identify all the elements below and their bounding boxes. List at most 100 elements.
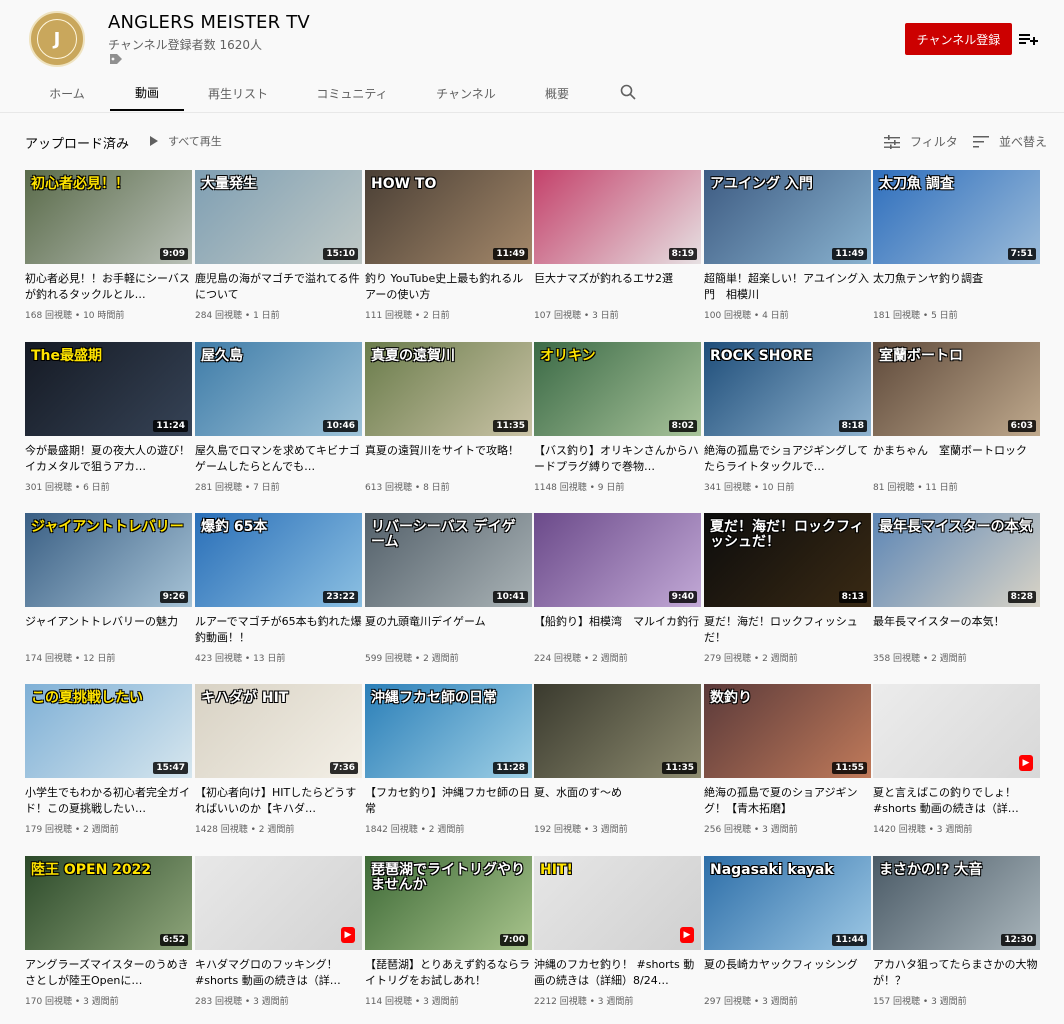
video-card[interactable]: 陸王 OPEN 2022 6:52 アングラーズマイスターのうめき さとしが陸王Op… xyxy=(25,856,192,1016)
video-thumbnail[interactable]: ▶ xyxy=(195,856,362,950)
video-thumbnail[interactable]: 数釣り 11:55 xyxy=(704,684,871,778)
video-title[interactable]: 釣り YouTube史上最も釣れるルアーの使い方 xyxy=(365,271,532,303)
video-title[interactable]: 小学生でもわかる初心者完全ガイド！この夏挑戦したい… xyxy=(25,785,192,817)
tab-playlists[interactable]: 再生リスト xyxy=(196,75,280,111)
video-card[interactable]: 最年長マイスターの本気 8:28 最年長マイスターの本気！ 358 回視聴 • 2 週… xyxy=(873,513,1040,673)
tab-home[interactable]: ホーム xyxy=(36,75,98,111)
video-title[interactable]: 太刀魚テンヤ釣り調査 xyxy=(873,271,1040,287)
video-thumbnail[interactable]: The最盛期 11:24 xyxy=(25,342,192,436)
video-title[interactable]: 夏だ！海だ！ロックフィッシュだ！ xyxy=(704,614,871,646)
tab-about[interactable]: 概要 xyxy=(530,75,584,111)
tab-channels[interactable]: チャンネル xyxy=(423,75,509,111)
filter-button[interactable]: フィルタ xyxy=(884,133,958,150)
video-card[interactable]: ジャイアントトレバリー 9:26 ジャイアントトレバリーの魅力 174 回視聴 • 1… xyxy=(25,513,192,673)
video-thumbnail[interactable]: ROCK SHORE 8:18 xyxy=(704,342,871,436)
video-thumbnail[interactable]: Nagasaki kayak 11:44 xyxy=(704,856,871,950)
video-thumbnail[interactable]: 最年長マイスターの本気 8:28 xyxy=(873,513,1040,607)
video-thumbnail[interactable]: 室蘭ボートロ 6:03 xyxy=(873,342,1040,436)
video-card[interactable]: 初心者必見！！ 9:09 初心者必見！！お手軽にシーバスが釣れるタックルとル… 168… xyxy=(25,170,192,330)
video-card[interactable]: 9:40 【船釣り】相模湾 マルイカ釣行 224 回視聴 • 2 週間前 xyxy=(534,513,701,673)
video-thumbnail[interactable]: 爆釣 65本 23:22 xyxy=(195,513,362,607)
video-thumbnail[interactable]: 11:35 xyxy=(534,684,701,778)
video-card[interactable]: ROCK SHORE 8:18 絶海の孤島でショアジギングしてたらライトタックルで…… xyxy=(704,342,871,502)
video-thumbnail[interactable]: この夏挑戦したい 15:47 xyxy=(25,684,192,778)
channel-avatar[interactable]: J xyxy=(29,11,85,67)
video-title[interactable]: 最年長マイスターの本気！ xyxy=(873,614,1040,630)
video-thumbnail[interactable]: 9:40 xyxy=(534,513,701,607)
video-thumbnail[interactable]: 真夏の遠賀川 11:35 xyxy=(365,342,532,436)
tab-videos[interactable]: 動画 xyxy=(110,75,184,111)
video-thumbnail[interactable]: オリキン 8:02 xyxy=(534,342,701,436)
video-thumbnail[interactable]: アユイング 入門 11:49 xyxy=(704,170,871,264)
video-card[interactable]: 11:35 夏、水面のす〜め 192 回視聴 • 3 週間前 xyxy=(534,684,701,844)
video-card[interactable]: ▶ 夏と言えばこの釣りでしょ！#shorts 動画の続きは（詳… 1420 回視聴 … xyxy=(873,684,1040,844)
video-card[interactable]: 沖縄フカセ師の日常 11:28 【フカセ釣り】沖縄フカセ師の日常 1842 回視聴 •… xyxy=(365,684,532,844)
video-card[interactable]: オリキン 8:02 【バス釣り】オリキンさんからハードプラグ縛りで巻物… 1148 回… xyxy=(534,342,701,502)
video-card[interactable]: 室蘭ボートロ 6:03 かまちゃん 室蘭ボートロック 81 回視聴 • 11 日前 xyxy=(873,342,1040,502)
video-card[interactable]: HIT! ▶ 沖縄のフカセ釣り！ #shorts 動画の続きは（詳細）8/24… 22… xyxy=(534,856,701,1016)
tab-community[interactable]: コミュニティ xyxy=(302,75,402,111)
video-title[interactable]: キハダマグロのフッキング！#shorts 動画の続きは（詳… xyxy=(195,957,362,989)
video-card[interactable]: 8:19 巨大ナマズが釣れるエサ2選 107 回視聴 • 3 日前 xyxy=(534,170,701,330)
video-thumbnail[interactable]: 琵琶湖でライトリグやりませんか 7:00 xyxy=(365,856,532,950)
video-title[interactable]: 今が最盛期！夏の夜大人の遊び！イカメタルで狙うアカ… xyxy=(25,443,192,475)
video-card[interactable]: 爆釣 65本 23:22 ルアーでマゴチが65本も釣れた爆釣動画！！ 423 回視聴 … xyxy=(195,513,362,673)
video-card[interactable]: 数釣り 11:55 絶海の孤島で夏のショアジギング！【青木拓磨】 256 回視聴 • … xyxy=(704,684,871,844)
video-card[interactable]: アユイング 入門 11:49 超簡単！超楽しい！アユイング入門 相模川 100 回視聴… xyxy=(704,170,871,330)
video-thumbnail[interactable]: 沖縄フカセ師の日常 11:28 xyxy=(365,684,532,778)
video-title[interactable]: 夏の九頭竜川デイゲーム xyxy=(365,614,532,630)
video-card[interactable]: キハダが HIT 7:36 【初心者向け】HITしたらどうすればいいのか【キハダ… 1… xyxy=(195,684,362,844)
video-card[interactable]: ▶ キハダマグロのフッキング！#shorts 動画の続きは（詳… 283 回視聴 •… xyxy=(195,856,362,1016)
video-thumbnail[interactable]: ジャイアントトレバリー 9:26 xyxy=(25,513,192,607)
sort-button[interactable]: 並べ替え xyxy=(973,133,1047,150)
video-title[interactable]: 夏、水面のす〜め xyxy=(534,785,701,801)
playlist-add-icon[interactable] xyxy=(1017,28,1039,50)
video-thumbnail[interactable]: 初心者必見！！ 9:09 xyxy=(25,170,192,264)
video-card[interactable]: 真夏の遠賀川 11:35 真夏の遠賀川をサイトで攻略！ 613 回視聴 • 8 日前 xyxy=(365,342,532,502)
video-title[interactable]: かまちゃん 室蘭ボートロック xyxy=(873,443,1040,459)
video-title[interactable]: 初心者必見！！お手軽にシーバスが釣れるタックルとル… xyxy=(25,271,192,303)
video-card[interactable]: HOW TO 11:49 釣り YouTube史上最も釣れるルアーの使い方 111 回… xyxy=(365,170,532,330)
video-title[interactable]: 【バス釣り】オリキンさんからハードプラグ縛りで巻物… xyxy=(534,443,701,475)
video-thumbnail[interactable]: 大量発生 15:10 xyxy=(195,170,362,264)
search-icon[interactable] xyxy=(620,84,636,100)
video-card[interactable]: この夏挑戦したい 15:47 小学生でもわかる初心者完全ガイド！この夏挑戦したい… 1… xyxy=(25,684,192,844)
video-card[interactable]: まさかの!? 大音 12:30 アカハタ狙ってたらまさかの大物が！？ 157 回視聴 … xyxy=(873,856,1040,1016)
video-thumbnail[interactable]: ▶ xyxy=(873,684,1040,778)
video-thumbnail[interactable]: 8:19 xyxy=(534,170,701,264)
video-thumbnail[interactable]: 夏だ！海だ！ロックフィッシュだ！ 8:13 xyxy=(704,513,871,607)
video-thumbnail[interactable]: 太刀魚 調査 7:51 xyxy=(873,170,1040,264)
video-title[interactable]: 鹿児島の海がマゴチで溢れてる件について xyxy=(195,271,362,303)
video-title[interactable]: アカハタ狙ってたらまさかの大物が！？ xyxy=(873,957,1040,989)
video-thumbnail[interactable]: HOW TO 11:49 xyxy=(365,170,532,264)
video-thumbnail[interactable]: リバーシーバス デイゲーム 10:41 xyxy=(365,513,532,607)
video-card[interactable]: リバーシーバス デイゲーム 10:41 夏の九頭竜川デイゲーム 599 回視聴 • 2… xyxy=(365,513,532,673)
video-title[interactable]: 【船釣り】相模湾 マルイカ釣行 xyxy=(534,614,701,630)
video-thumbnail[interactable]: 屋久島 10:46 xyxy=(195,342,362,436)
video-title[interactable]: 沖縄のフカセ釣り！ #shorts 動画の続きは（詳細）8/24… xyxy=(534,957,701,989)
video-title[interactable]: 夏の長崎カヤックフィッシング xyxy=(704,957,871,973)
subscribe-button[interactable]: チャンネル登録 xyxy=(905,23,1012,55)
video-title[interactable]: 真夏の遠賀川をサイトで攻略！ xyxy=(365,443,532,459)
video-title[interactable]: 【フカセ釣り】沖縄フカセ師の日常 xyxy=(365,785,532,817)
video-title[interactable]: 屋久島でロマンを求めてキビナゴゲームしたらとんでも… xyxy=(195,443,362,475)
video-card[interactable]: Nagasaki kayak 11:44 夏の長崎カヤックフィッシング 297 回視聴… xyxy=(704,856,871,1016)
video-title[interactable]: 超簡単！超楽しい！アユイング入門 相模川 xyxy=(704,271,871,303)
play-all-button[interactable]: すべて再生 xyxy=(150,133,222,149)
video-title[interactable]: 絶海の孤島で夏のショアジギング！【青木拓磨】 xyxy=(704,785,871,817)
video-title[interactable]: ルアーでマゴチが65本も釣れた爆釣動画！！ xyxy=(195,614,362,646)
video-card[interactable]: 琵琶湖でライトリグやりませんか 7:00 【琵琶湖】とりあえず釣るならライトリグをお… xyxy=(365,856,532,1016)
video-card[interactable]: 太刀魚 調査 7:51 太刀魚テンヤ釣り調査 181 回視聴 • 5 日前 xyxy=(873,170,1040,330)
video-thumbnail[interactable]: HIT! ▶ xyxy=(534,856,701,950)
video-card[interactable]: 大量発生 15:10 鹿児島の海がマゴチで溢れてる件について 284 回視聴 • 1 … xyxy=(195,170,362,330)
video-title[interactable]: アングラーズマイスターのうめき さとしが陸王Openに… xyxy=(25,957,192,989)
video-title[interactable]: 巨大ナマズが釣れるエサ2選 xyxy=(534,271,701,287)
video-card[interactable]: The最盛期 11:24 今が最盛期！夏の夜大人の遊び！イカメタルで狙うアカ… 301… xyxy=(25,342,192,502)
video-thumbnail[interactable]: まさかの!? 大音 12:30 xyxy=(873,856,1040,950)
video-title[interactable]: 【初心者向け】HITしたらどうすればいいのか【キハダ… xyxy=(195,785,362,817)
video-thumbnail[interactable]: 陸王 OPEN 2022 6:52 xyxy=(25,856,192,950)
video-title[interactable]: 夏と言えばこの釣りでしょ！#shorts 動画の続きは（詳… xyxy=(873,785,1040,817)
video-title[interactable]: 絶海の孤島でショアジギングしてたらライトタックルで… xyxy=(704,443,871,475)
video-title[interactable]: 【琵琶湖】とりあえず釣るならライトリグをお試しあれ！ xyxy=(365,957,532,989)
video-card[interactable]: 屋久島 10:46 屋久島でロマンを求めてキビナゴゲームしたらとんでも… 281 回視… xyxy=(195,342,362,502)
